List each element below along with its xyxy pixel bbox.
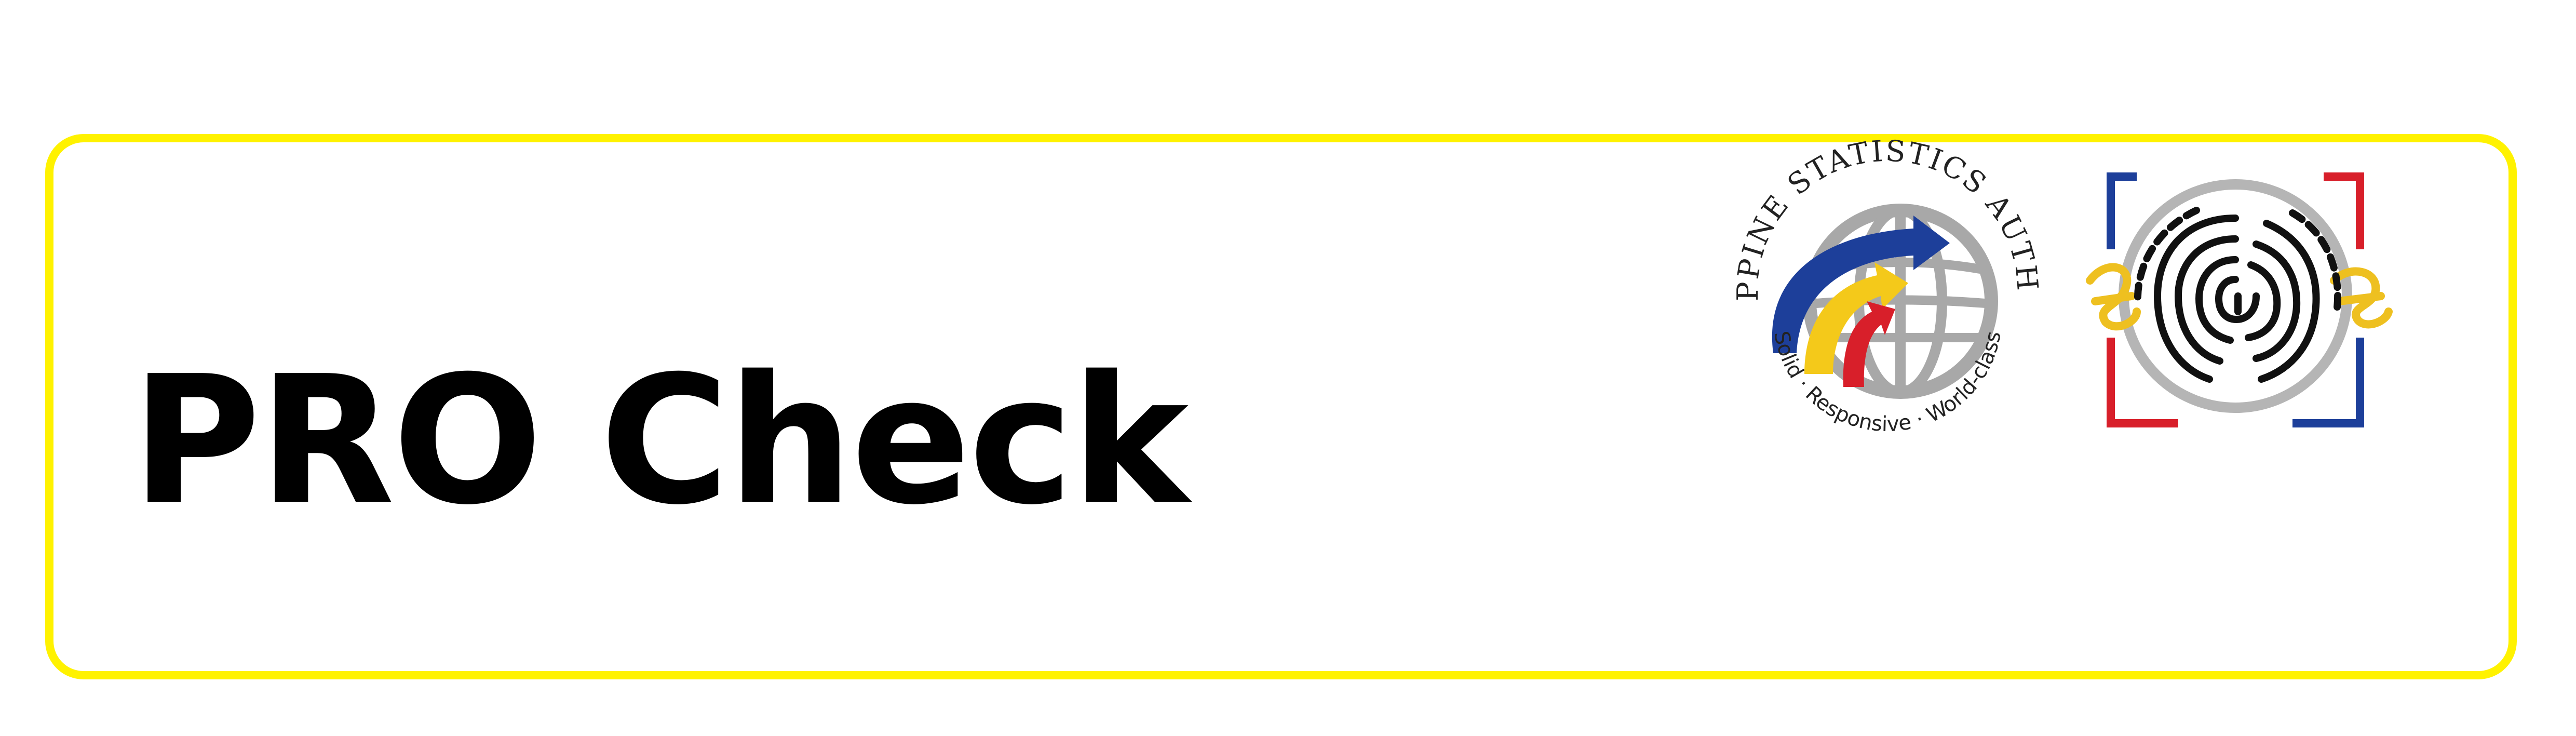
fingerprint-whorls bbox=[2153, 215, 2320, 383]
fingerprint-icon bbox=[2086, 172, 2393, 427]
psa-logo: PHILIPPINE STATISTICS AUTHORITY Solid · … bbox=[1692, 77, 2048, 447]
psa-arc-text: PHILIPPINE STATISTICS AUTHORITY bbox=[1706, 104, 2044, 301]
page-title: PRO Check bbox=[131, 338, 1189, 544]
fingerprint-logo bbox=[2074, 140, 2396, 441]
psa-globe-icon: PHILIPPINE STATISTICS AUTHORITY Solid · … bbox=[1692, 77, 2044, 436]
